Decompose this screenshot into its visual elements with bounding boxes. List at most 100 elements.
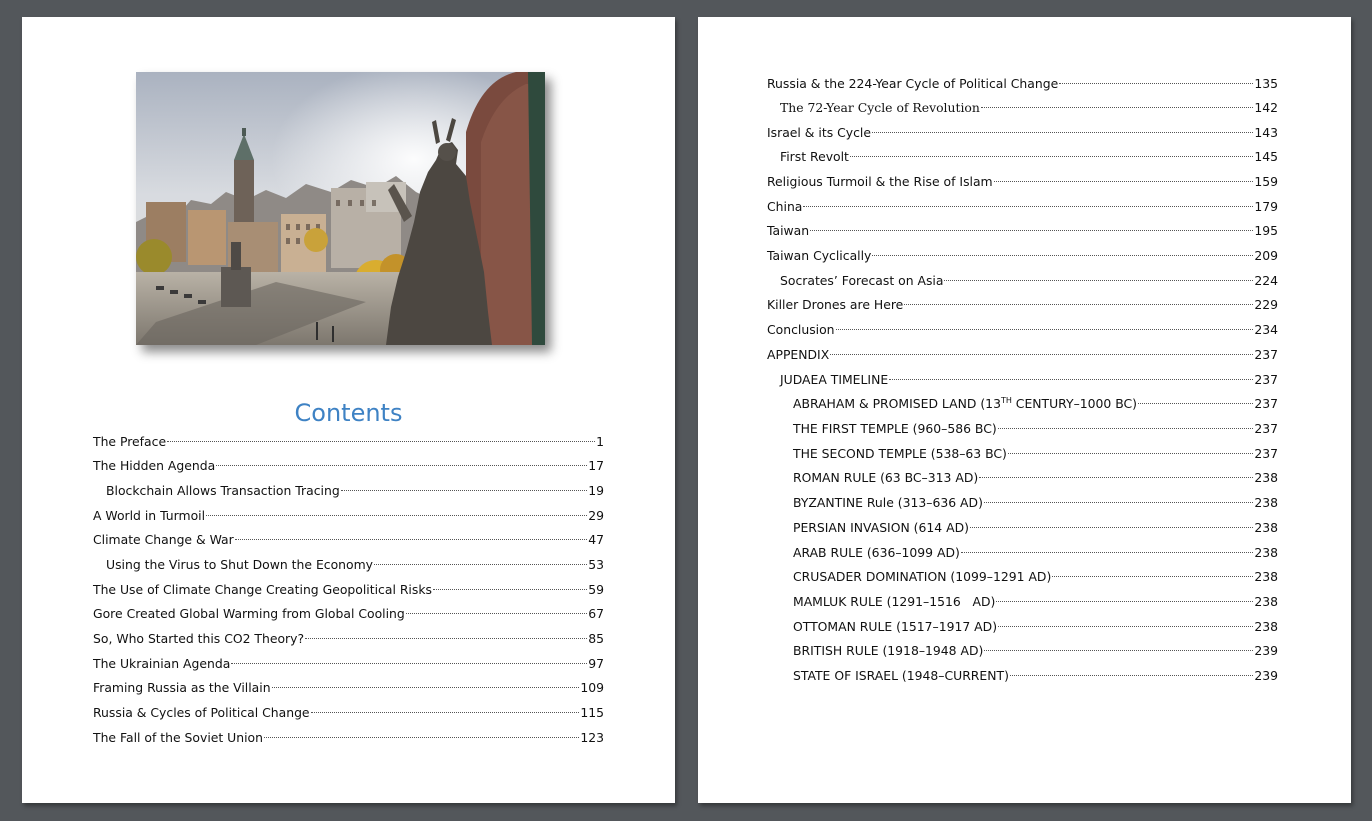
leader-dots [231,663,588,664]
toc-entry-page: 238 [1254,520,1278,535]
toc-entry[interactable]: Socrates’ Forecast on Asia 224 [780,272,1278,290]
toc-entry[interactable]: CRUSADER DOMINATION (1099–1291 AD) 238 [793,568,1278,586]
toc-entry-title: Religious Turmoil & the Rise of Islam [767,174,993,189]
toc-entry[interactable]: The Ukrainian Agenda 97 [93,655,604,673]
toc-entry[interactable]: The 72-Year Cycle of Revolution 142 [780,99,1278,117]
leader-dots [835,329,1254,330]
toc-entry[interactable]: Taiwan Cyclically 209 [767,247,1278,265]
leader-dots [374,564,588,565]
toc-entry[interactable]: STATE OF ISRAEL (1948–CURRENT) 239 [793,667,1278,685]
toc-entry[interactable]: Israel & its Cycle 143 [767,124,1278,142]
leader-dots [969,527,1254,528]
toc-entry[interactable]: Religious Turmoil & the Rise of Islam 159 [767,173,1278,191]
toc-entry-page: 238 [1254,619,1278,634]
toc-entry[interactable]: A World in Turmoil 29 [93,507,604,525]
toc-entry[interactable]: Climate Change & War 47 [93,531,604,549]
toc-entry-title: PERSIAN INVASION (614 AD) [793,520,969,535]
toc-entry-title: Israel & its Cycle [767,125,871,140]
toc-entry-title: OTTOMAN RULE (1517–1917 AD) [793,619,998,634]
leader-dots [340,490,588,491]
leader-dots [310,712,580,713]
toc-entry-superscript: TH [1000,395,1012,405]
toc-entry[interactable]: Taiwan 195 [767,222,1278,240]
toc-entry[interactable]: JUDAEA TIMELINE 237 [780,371,1278,389]
leader-dots [432,589,588,590]
toc-entry-title: The Use of Climate Change Creating Geopo… [93,582,432,597]
toc-entry[interactable]: APPENDIX 237 [767,346,1278,364]
toc-entry[interactable]: MAMLUK RULE (1291–1516 AD) 238 [793,593,1278,611]
leader-dots [830,354,1254,355]
toc-entry[interactable]: BRITISH RULE (1918–1948 AD) 239 [793,642,1278,660]
toc-entry-title: CRUSADER DOMINATION (1099–1291 AD) [793,569,1052,584]
leader-dots [944,280,1254,281]
toc-entry-page: 145 [1254,149,1278,164]
leader-dots [1007,453,1254,454]
leader-dots [405,613,588,614]
toc-entry[interactable]: Using the Virus to Shut Down the Economy… [106,556,604,574]
leader-dots [849,156,1254,157]
toc-entry[interactable]: Russia & the 224-Year Cycle of Political… [767,75,1278,93]
toc-entry-title: The 72-Year Cycle of Revolution [780,100,980,115]
toc-entry[interactable]: Blockchain Allows Transaction Tracing 19 [106,482,604,500]
toc-entry-title-part: ABRAHAM & PROMISED LAND (13 [793,396,1001,411]
toc-entry[interactable]: First Revolt 145 [780,148,1278,166]
toc-entry[interactable]: ABRAHAM & PROMISED LAND (13TH CENTURY–10… [793,395,1278,413]
toc-entry-title: China [767,199,803,214]
toc-entry-page: 237 [1254,446,1278,461]
toc-entry-page: 19 [588,483,604,498]
toc-entry[interactable]: ARAB RULE (636–1099 AD) 238 [793,544,1278,562]
toc-entry-page: 47 [588,532,604,547]
toc-entry-page: 229 [1254,297,1278,312]
toc-entry-title: ABRAHAM & PROMISED LAND (13TH CENTURY–10… [793,395,1137,413]
toc-entry[interactable]: PERSIAN INVASION (614 AD) 238 [793,519,1278,537]
toc-entry-page: 239 [1254,643,1278,658]
toc-entry[interactable]: THE FIRST TEMPLE (960–586 BC) 237 [793,420,1278,438]
toc-entry[interactable]: BYZANTINE Rule (313–636 AD) 238 [793,494,1278,512]
toc-entry-page: 123 [580,730,604,745]
toc-entry-title: MAMLUK RULE (1291–1516 AD) [793,594,996,609]
toc-entry[interactable]: Killer Drones are Here 229 [767,296,1278,314]
toc-entry-page: 109 [580,680,604,695]
toc-entry-page: 209 [1254,248,1278,263]
toc-entry[interactable]: The Fall of the Soviet Union 123 [93,729,604,747]
leader-dots [216,465,588,466]
leader-dots [234,539,588,540]
toc-entry-page: 59 [588,582,604,597]
toc-entry-page: 143 [1254,125,1278,140]
toc-entry[interactable]: Conclusion 234 [767,321,1278,339]
leader-dots [167,441,596,442]
toc-entry-page: 159 [1254,174,1278,189]
toc-entry-page: 239 [1254,668,1278,683]
toc-entry[interactable]: Framing Russia as the Villain 109 [93,679,604,697]
toc-entry-title: ARAB RULE (636–1099 AD) [793,545,960,560]
toc-entry[interactable]: So, Who Started this CO2 Theory? 85 [93,630,604,648]
toc-entry[interactable]: Gore Created Global Warming from Global … [93,605,604,623]
leader-dots [1138,403,1254,404]
toc-entry-page: 97 [588,656,604,671]
toc-entry[interactable]: The Hidden Agenda 17 [93,457,604,475]
toc-entry[interactable]: China 179 [767,198,1278,216]
toc-entry[interactable]: The Preface 1 [93,433,604,451]
toc-entry-title: Gore Created Global Warming from Global … [93,606,405,621]
toc-entry-title: Socrates’ Forecast on Asia [780,273,944,288]
leader-dots [979,477,1254,478]
leader-dots [998,626,1254,627]
toc-entry[interactable]: Russia & Cycles of Political Change 115 [93,704,604,722]
toc-entry-title: Russia & the 224-Year Cycle of Political… [767,76,1059,91]
toc-entry-page: 142 [1254,100,1278,115]
toc-entry-page: 237 [1254,396,1278,411]
toc-entry[interactable]: OTTOMAN RULE (1517–1917 AD) 238 [793,618,1278,636]
toc-entry-title: BRITISH RULE (1918–1948 AD) [793,643,984,658]
toc-entry-page: 29 [588,508,604,523]
leader-dots [996,601,1254,602]
toc-entry-title: First Revolt [780,149,849,164]
toc-entry-title: BYZANTINE Rule (313–636 AD) [793,495,983,510]
leader-dots [1059,83,1254,84]
leader-dots [960,552,1254,553]
toc-entry[interactable]: ROMAN RULE (63 BC–313 AD) 238 [793,469,1278,487]
toc-entry-page: 234 [1254,322,1278,337]
leader-dots [305,638,588,639]
city-statue-photo [136,72,545,345]
toc-entry[interactable]: The Use of Climate Change Creating Geopo… [93,581,604,599]
toc-entry[interactable]: THE SECOND TEMPLE (538–63 BC) 237 [793,445,1278,463]
